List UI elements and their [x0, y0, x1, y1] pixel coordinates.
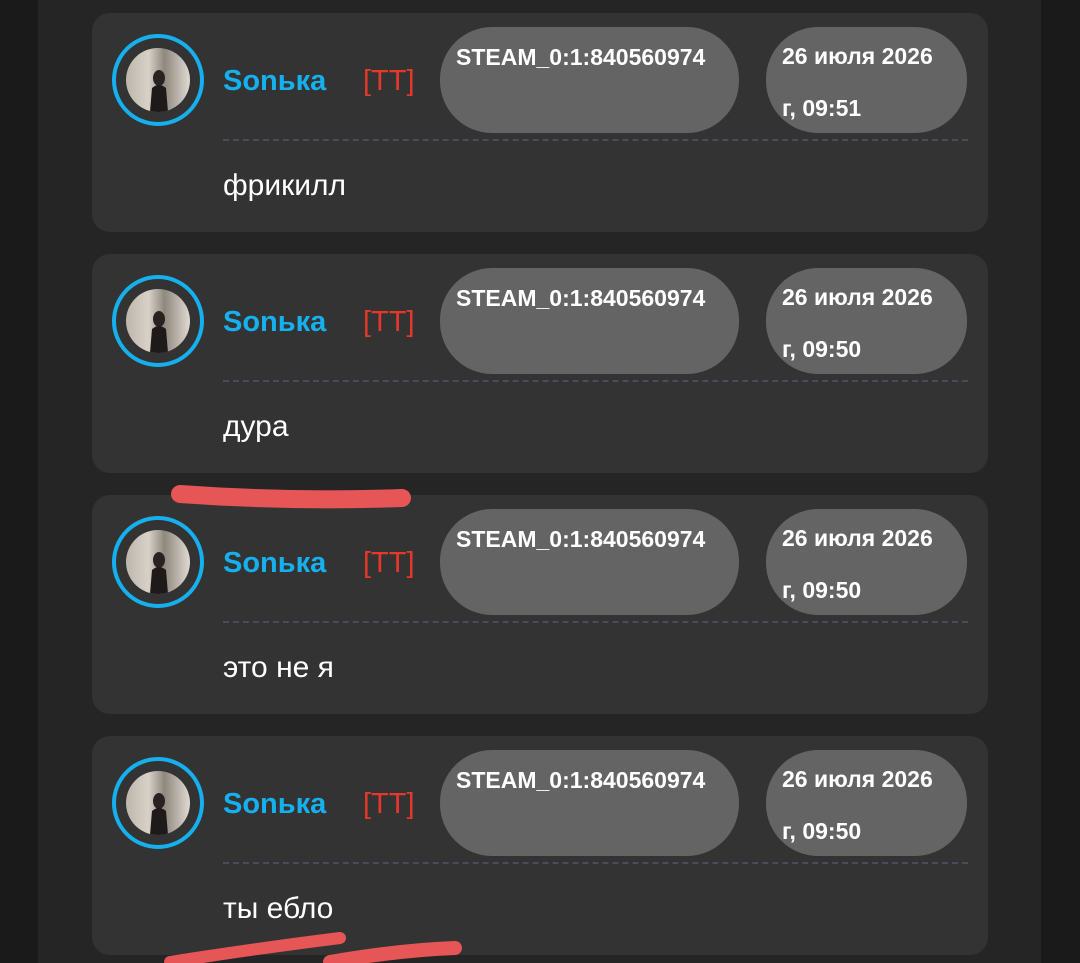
steam-id-badge[interactable]: STEAM_0:1:840560974	[440, 750, 739, 856]
timestamp-date: 26 июля 2026	[782, 284, 933, 310]
author-name[interactable]: Sonька	[223, 63, 326, 99]
timestamp-time: г, 09:50	[782, 818, 862, 844]
author-name[interactable]: Sonька	[223, 545, 326, 581]
author-name[interactable]: Sonька	[223, 304, 326, 340]
timestamp-time: г, 09:50	[782, 336, 862, 362]
avatar-photo	[126, 771, 190, 835]
avatar-photo	[126, 530, 190, 594]
timestamp-date: 26 июля 2026	[782, 766, 933, 792]
author-tag: [TT]	[363, 788, 415, 820]
timestamp-badge: 26 июля 2026 г, 09:50	[766, 509, 967, 615]
timestamp-time: г, 09:50	[782, 577, 862, 603]
timestamp-badge: 26 июля 2026 г, 09:50	[766, 750, 967, 856]
avatar[interactable]	[112, 34, 204, 126]
steam-id-badge[interactable]: STEAM_0:1:840560974	[440, 27, 739, 133]
steam-id: STEAM_0:1:840560974	[456, 44, 706, 70]
steam-id-badge[interactable]: STEAM_0:1:840560974	[440, 509, 739, 615]
divider	[223, 139, 968, 141]
avatar-photo	[126, 48, 190, 112]
message-card: Sonька [TT] STEAM_0:1:840560974 26 июля …	[92, 495, 988, 714]
divider	[223, 862, 968, 864]
avatar[interactable]	[112, 516, 204, 608]
divider	[223, 380, 968, 382]
timestamp-date: 26 июля 2026	[782, 525, 933, 551]
avatar[interactable]	[112, 757, 204, 849]
steam-id: STEAM_0:1:840560974	[456, 526, 706, 552]
author-name[interactable]: Sonька	[223, 786, 326, 822]
timestamp-badge: 26 июля 2026 г, 09:51	[766, 27, 967, 133]
divider	[223, 621, 968, 623]
timestamp-time: г, 09:51	[782, 95, 862, 121]
message-card: Sonька [TT] STEAM_0:1:840560974 26 июля …	[92, 736, 988, 955]
message-text: это не я	[223, 651, 334, 684]
message-card: Sonька [TT] STEAM_0:1:840560974 26 июля …	[92, 13, 988, 232]
message-text: ты ебло	[223, 892, 334, 925]
steam-id: STEAM_0:1:840560974	[456, 285, 706, 311]
message-card: Sonька [TT] STEAM_0:1:840560974 26 июля …	[92, 254, 988, 473]
steam-id-badge[interactable]: STEAM_0:1:840560974	[440, 268, 739, 374]
timestamp-badge: 26 июля 2026 г, 09:50	[766, 268, 967, 374]
avatar-photo	[126, 289, 190, 353]
timestamp-date: 26 июля 2026	[782, 43, 933, 69]
author-tag: [TT]	[363, 547, 415, 579]
message-text: дура	[223, 410, 289, 443]
avatar[interactable]	[112, 275, 204, 367]
message-text: фрикилл	[223, 169, 347, 202]
author-tag: [TT]	[363, 65, 415, 97]
steam-id: STEAM_0:1:840560974	[456, 767, 706, 793]
author-tag: [TT]	[363, 306, 415, 338]
